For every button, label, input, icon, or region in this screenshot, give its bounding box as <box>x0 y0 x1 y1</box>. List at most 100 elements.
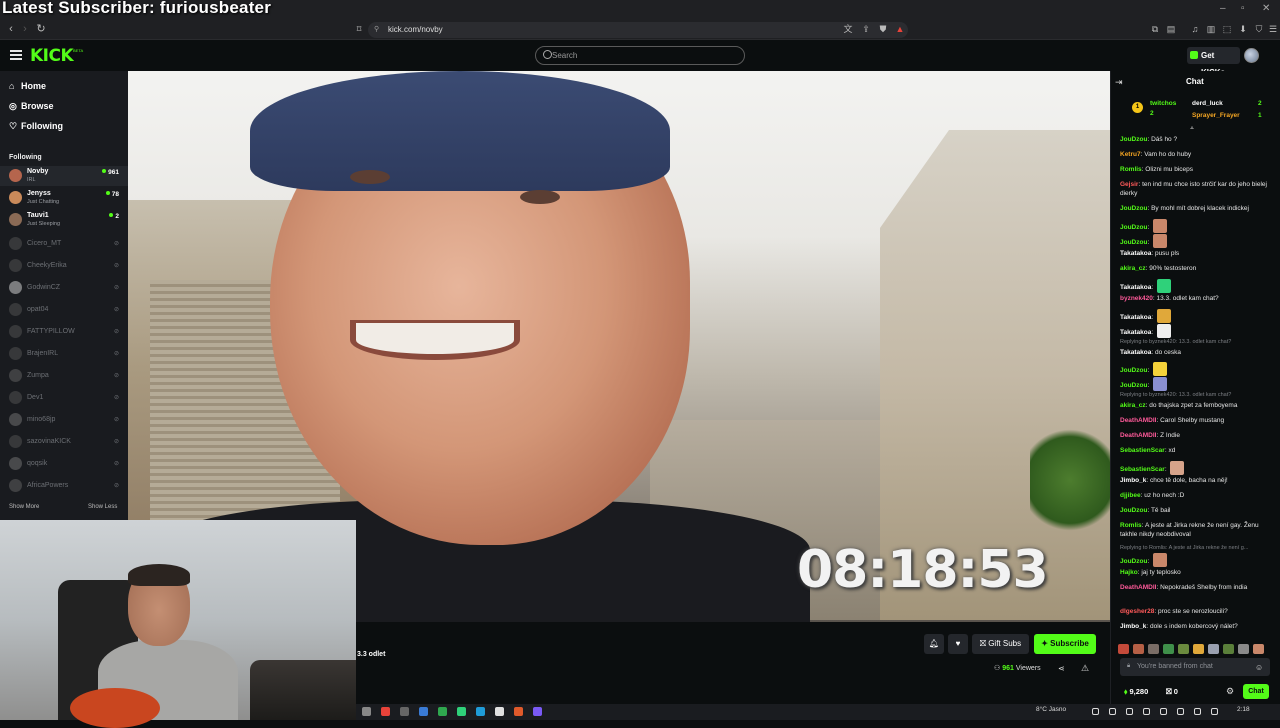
address-bar[interactable]: kick.com/novby <box>368 22 908 38</box>
vpn-icon[interactable]: ⛉ <box>1254 24 1264 34</box>
translate-icon[interactable]: 文 <box>843 24 853 34</box>
sidebar-channel-row[interactable]: Jenyss Just Chatting 78 <box>0 188 128 208</box>
chat-username[interactable]: Ketru7 <box>1120 151 1141 158</box>
taskbar-app-icon[interactable] <box>533 707 542 716</box>
taskbar-app-icon[interactable] <box>400 707 409 716</box>
expand-gifters-icon[interactable]: ⩡ <box>1190 125 1194 133</box>
sidebar-channel-row[interactable]: Zumpa ⊘ <box>0 366 128 386</box>
chat-send-button[interactable]: Chat <box>1243 684 1269 699</box>
extensions-icon[interactable]: ⬚ <box>1222 24 1232 34</box>
chat-username[interactable]: byznek420 <box>1120 295 1153 302</box>
close-icon[interactable]: ✕ <box>1262 3 1270 14</box>
sidebar-channel-row[interactable]: BrajenIRL ⊘ <box>0 344 128 364</box>
chat-username[interactable]: SebastienScar <box>1120 447 1165 454</box>
chat-username[interactable]: Takatakoa <box>1120 314 1151 321</box>
emote-picker-icon[interactable]: ☺ <box>1255 663 1263 672</box>
gear-icon[interactable]: ⚙ <box>1226 686 1234 697</box>
sidebar-channel-row[interactable]: AfricaPowers ⊘ <box>0 476 128 496</box>
quick-emote-icon[interactable] <box>1223 644 1234 654</box>
chat-username[interactable]: Romlis <box>1120 166 1142 173</box>
site-info-icon[interactable]: ⚲ <box>374 25 382 34</box>
quick-emote-icon[interactable] <box>1133 644 1144 654</box>
follow-heart-icon[interactable]: ♥ <box>948 634 968 654</box>
chat-username[interactable]: Romlis <box>1120 522 1142 529</box>
quick-emote-icon[interactable] <box>1193 644 1204 654</box>
sidebar-channel-row[interactable]: mino68jp ⊘ <box>0 410 128 430</box>
user-avatar[interactable] <box>1244 48 1259 63</box>
maximize-icon[interactable]: ▫ <box>1241 3 1245 14</box>
taskbar-app-icon[interactable] <box>362 707 371 716</box>
system-tray-icon[interactable] <box>1194 708 1201 715</box>
sidebar-channel-row[interactable]: GodwinCZ ⊘ <box>0 278 128 298</box>
taskbar-app-icon[interactable] <box>476 707 485 716</box>
chat-reply-context[interactable]: Replying to byznek420: 13.3. odlet kam c… <box>1120 392 1231 398</box>
chat-reply-context[interactable]: Replying to byznek420: 13.3. odlet kam c… <box>1120 339 1231 345</box>
sidebar-channel-row[interactable]: sazovinaKICK ⊘ <box>0 432 128 452</box>
gifter-name[interactable]: derd_luck <box>1192 100 1223 107</box>
notification-bell-icon[interactable]: 🔔︎ <box>924 634 944 654</box>
chat-username[interactable]: JouDzou <box>1120 507 1147 514</box>
taskbar-app-icon[interactable] <box>419 707 428 716</box>
report-icon[interactable]: ⚠ <box>1081 663 1089 674</box>
sidebar-channel-row[interactable]: Novby IRL 961 <box>0 166 128 186</box>
sidebar-channel-row[interactable]: Tauvi1 Just Sleeping 2 <box>0 210 128 230</box>
chat-username[interactable]: Takatakoa <box>1120 349 1151 356</box>
sidebar-channel-row[interactable]: qoqsik ⊘ <box>0 454 128 474</box>
rewards-icon[interactable]: ▲ <box>895 24 905 34</box>
chat-username[interactable]: Jimbo_k <box>1120 623 1146 630</box>
sidebar-channel-row[interactable]: opat04 ⊘ <box>0 300 128 320</box>
subscribe-button[interactable]: ✦ Subscribe <box>1034 634 1096 654</box>
sidebar-channel-row[interactable]: Dev1 ⊘ <box>0 388 128 408</box>
minimize-icon[interactable]: – <box>1220 3 1226 14</box>
sidebar-channel-row[interactable]: Cicero_MT ⊘ <box>0 234 128 254</box>
chat-username[interactable]: akira_cz <box>1120 402 1146 409</box>
chat-username[interactable]: dlgesher28 <box>1120 608 1154 615</box>
gift-subs-button[interactable]: ⛝ Gift Subs <box>972 634 1029 654</box>
quick-emote-icon[interactable] <box>1208 644 1219 654</box>
show-more-link[interactable]: Show More <box>9 504 39 510</box>
taskbar-app-icon[interactable] <box>495 707 504 716</box>
chat-input[interactable]: You're banned from chat <box>1120 658 1270 676</box>
chat-username[interactable]: JouDzou <box>1120 382 1147 389</box>
chat-username[interactable]: SebastienScar <box>1120 466 1165 473</box>
gifter-name[interactable]: twitchos <box>1150 100 1176 107</box>
chat-username[interactable]: Takatakoa <box>1120 284 1151 291</box>
system-tray-icon[interactable] <box>1211 708 1218 715</box>
clock[interactable]: 2:18 <box>1237 706 1250 713</box>
chat-reply-context[interactable]: Replying to Romlis: A jeste at Jirka rek… <box>1120 545 1248 551</box>
wallet-icon[interactable]: ▤ <box>1166 24 1176 34</box>
chat-username[interactable]: DeathAMDII <box>1120 417 1156 424</box>
sidebar-item-browse[interactable]: ◎ Browse <box>9 101 54 112</box>
chat-username[interactable]: JouDzou <box>1120 224 1147 231</box>
share-icon[interactable]: ⇪ <box>861 24 871 34</box>
chat-username[interactable]: Gejsir <box>1120 181 1138 188</box>
quick-emote-icon[interactable] <box>1163 644 1174 654</box>
gift-balance[interactable]: ⛝ 0 <box>1166 687 1178 697</box>
taskbar-app-icon[interactable] <box>381 707 390 716</box>
download-icon[interactable]: ⬇ <box>1238 24 1248 34</box>
weather-widget[interactable]: 8°C Jasno <box>1036 706 1066 713</box>
quick-emote-icon[interactable] <box>1238 644 1249 654</box>
chat-username[interactable]: Jimbo_k <box>1120 477 1146 484</box>
bookmark-icon[interactable]: ⌑ <box>354 24 364 34</box>
taskbar-app-icon[interactable] <box>514 707 523 716</box>
gifter-name[interactable]: Sprayer_Frayer <box>1192 112 1240 119</box>
extension-icon[interactable]: ⧉ <box>1150 24 1160 34</box>
sidebar-item-following[interactable]: ♡ Following <box>9 121 63 132</box>
system-tray-icon[interactable] <box>1177 708 1184 715</box>
collapse-chat-icon[interactable]: ⇥ <box>1115 77 1123 88</box>
chat-username[interactable]: JouDzou <box>1120 367 1147 374</box>
chat-username[interactable]: JouDzou <box>1120 205 1147 212</box>
sidebar-item-home[interactable]: ⌂ Home <box>9 81 46 91</box>
chat-username[interactable]: JouDzou <box>1120 239 1147 246</box>
music-icon[interactable]: ♫ <box>1190 24 1200 34</box>
sidebar-channel-row[interactable]: CheekyErika ⊘ <box>0 256 128 276</box>
chat-username[interactable]: JouDzou <box>1120 136 1147 143</box>
chat-username[interactable]: DeathAMDII <box>1120 584 1156 591</box>
browser-menu-icon[interactable]: ☰ <box>1268 24 1278 34</box>
sidebar-channel-row[interactable]: FATTYPILLOW ⊘ <box>0 322 128 342</box>
forward-icon[interactable]: › <box>18 22 32 36</box>
quick-emote-icon[interactable] <box>1118 644 1129 654</box>
chat-username[interactable]: DeathAMDII <box>1120 432 1156 439</box>
taskbar-app-icon[interactable] <box>438 707 447 716</box>
